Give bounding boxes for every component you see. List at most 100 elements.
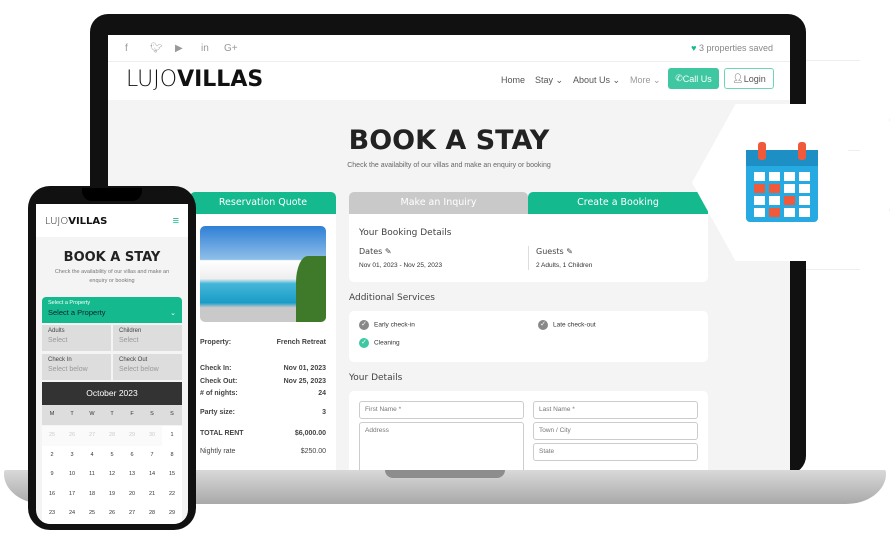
nav-about[interactable]: About Us ⌄ <box>573 75 620 86</box>
calendar-cell <box>799 196 810 205</box>
twitter-icon[interactable]: 🐦︎ <box>150 43 163 54</box>
check-icon: ✓ <box>359 320 369 330</box>
calendar-day[interactable]: 30 <box>142 426 162 446</box>
adults-select[interactable]: Adults Select <box>42 325 111 351</box>
facebook-icon[interactable]: f <box>125 43 128 54</box>
nav-home[interactable]: Home <box>501 75 525 85</box>
calendar-day[interactable]: 17 <box>62 484 82 504</box>
tab-create-booking[interactable]: Create a Booking <box>528 192 708 214</box>
booking-details-card: Your Booking Details Dates ✎ Nov 01, 202… <box>349 214 708 282</box>
edit-icon[interactable]: ✎ <box>566 247 573 256</box>
calendar-icon <box>746 142 818 222</box>
calendar-day[interactable]: 18 <box>82 484 102 504</box>
calendar-day[interactable]: 27 <box>82 426 102 446</box>
heart-icon: ♥ <box>691 43 697 53</box>
calendar-cell <box>784 172 795 181</box>
calendar-cell <box>754 172 765 181</box>
property-select[interactable]: Select a Property Select a Property ⌄ <box>42 297 182 323</box>
calendar-day[interactable]: 8 <box>162 445 182 465</box>
calendar-day[interactable]: 12 <box>102 465 122 485</box>
phone-subtitle: Check the availability of our villas and… <box>54 269 170 284</box>
quote-row: Check In: Nov 01, 2023 <box>200 365 326 372</box>
calendar-day[interactable]: 29 <box>122 426 142 446</box>
calendar-cell <box>799 172 810 181</box>
checkin-field[interactable]: Check In Select below <box>42 354 111 380</box>
calendar-day[interactable]: 23 <box>42 504 62 524</box>
calendar-cell <box>769 172 780 181</box>
service-cleaning[interactable]: ✓ Cleaning <box>359 338 400 348</box>
page-title: BOOK A STAY <box>348 125 550 156</box>
state-input[interactable]: State <box>533 443 698 461</box>
calendar-day[interactable]: 25 <box>82 504 102 524</box>
calendar-day[interactable]: 19 <box>102 484 122 504</box>
calendar-day[interactable]: 7 <box>142 445 162 465</box>
calendar-day[interactable]: 26 <box>62 426 82 446</box>
checkout-field[interactable]: Check Out Select below <box>113 354 182 380</box>
calendar-day[interactable]: 2 <box>42 445 62 465</box>
weekday-label: S <box>142 405 162 425</box>
calendar-day[interactable]: 25 <box>42 426 62 446</box>
calendar-day[interactable]: 15 <box>162 465 182 485</box>
calendar-day[interactable]: 20 <box>122 484 142 504</box>
phone-notch <box>82 188 142 201</box>
guests-value: 2 Adults, 1 Children <box>536 262 593 269</box>
address-input[interactable]: Address <box>359 422 524 470</box>
quote-label: Check In: <box>200 365 232 372</box>
quote-value: $6,000.00 <box>294 430 326 437</box>
check-icon: ✓ <box>538 320 548 330</box>
youtube-icon[interactable]: ▶ <box>175 43 183 54</box>
details-title: Your Details <box>349 373 403 383</box>
login-button[interactable]: 👤︎ Login <box>724 68 774 89</box>
logo[interactable]: LUJOVILLAS <box>126 67 263 92</box>
calendar-day[interactable]: 10 <box>62 465 82 485</box>
linkedin-icon[interactable]: in <box>201 43 209 54</box>
calendar-day[interactable]: 14 <box>142 465 162 485</box>
calendar-day[interactable]: 29 <box>162 504 182 524</box>
quote-value: 24 <box>318 390 326 397</box>
page-subtitle: Check the availabilty of our villas and … <box>347 162 551 169</box>
saved-link[interactable]: ♥ 3 properties saved <box>691 43 773 53</box>
calendar-day[interactable]: 3 <box>62 445 82 465</box>
calendar-cell <box>784 208 795 217</box>
calendar-day[interactable]: 13 <box>122 465 142 485</box>
nav-more[interactable]: More ⌄ <box>630 75 661 86</box>
user-icon: 👤︎ <box>732 73 744 83</box>
calendar-day[interactable]: 9 <box>42 465 62 485</box>
calendar-day[interactable]: 28 <box>142 504 162 524</box>
divider <box>528 246 529 270</box>
calendar-day[interactable]: 1 <box>162 426 182 446</box>
town-input[interactable]: Town / City <box>533 422 698 440</box>
calendar-cell <box>769 196 780 205</box>
quote-value: 3 <box>322 409 326 416</box>
call-us-button[interactable]: ✆ Call Us <box>668 68 719 89</box>
quote-row: Property: French Retreat <box>200 339 326 346</box>
weekday-label: F <box>122 405 142 425</box>
check-icon: ✓ <box>359 338 369 348</box>
calendar-cell <box>799 208 810 217</box>
calendar-day[interactable]: 24 <box>62 504 82 524</box>
menu-icon[interactable]: ≡ <box>173 215 179 227</box>
edit-icon[interactable]: ✎ <box>385 247 392 256</box>
weekday-label: S <box>162 405 182 425</box>
nav-stay[interactable]: Stay ⌄ <box>535 75 563 86</box>
calendar-day[interactable]: 6 <box>122 445 142 465</box>
calendar-day[interactable]: 27 <box>122 504 142 524</box>
calendar-day[interactable]: 22 <box>162 484 182 504</box>
calendar-day[interactable]: 16 <box>42 484 62 504</box>
first-name-input[interactable]: First Name * <box>359 401 524 419</box>
googleplus-icon[interactable]: G+ <box>224 43 238 54</box>
calendar-day[interactable]: 21 <box>142 484 162 504</box>
tab-make-inquiry[interactable]: Make an Inquiry <box>349 192 528 214</box>
service-early-checkin[interactable]: ✓ Early check-in <box>359 320 415 330</box>
calendar-day[interactable]: 4 <box>82 445 102 465</box>
calendar-day[interactable]: 26 <box>102 504 122 524</box>
last-name-input[interactable]: Last Name * <box>533 401 698 419</box>
phone-logo[interactable]: LUJOVILLAS <box>45 216 107 227</box>
phone-icon: ✆ <box>675 73 683 83</box>
service-late-checkout[interactable]: ✓ Late check-out <box>538 320 596 330</box>
calendar-day[interactable]: 11 <box>82 465 102 485</box>
calendar-day[interactable]: 5 <box>102 445 122 465</box>
children-select[interactable]: Children Select <box>113 325 182 351</box>
quote-row: Check Out: Nov 25, 2023 <box>200 378 326 385</box>
calendar-day[interactable]: 28 <box>102 426 122 446</box>
